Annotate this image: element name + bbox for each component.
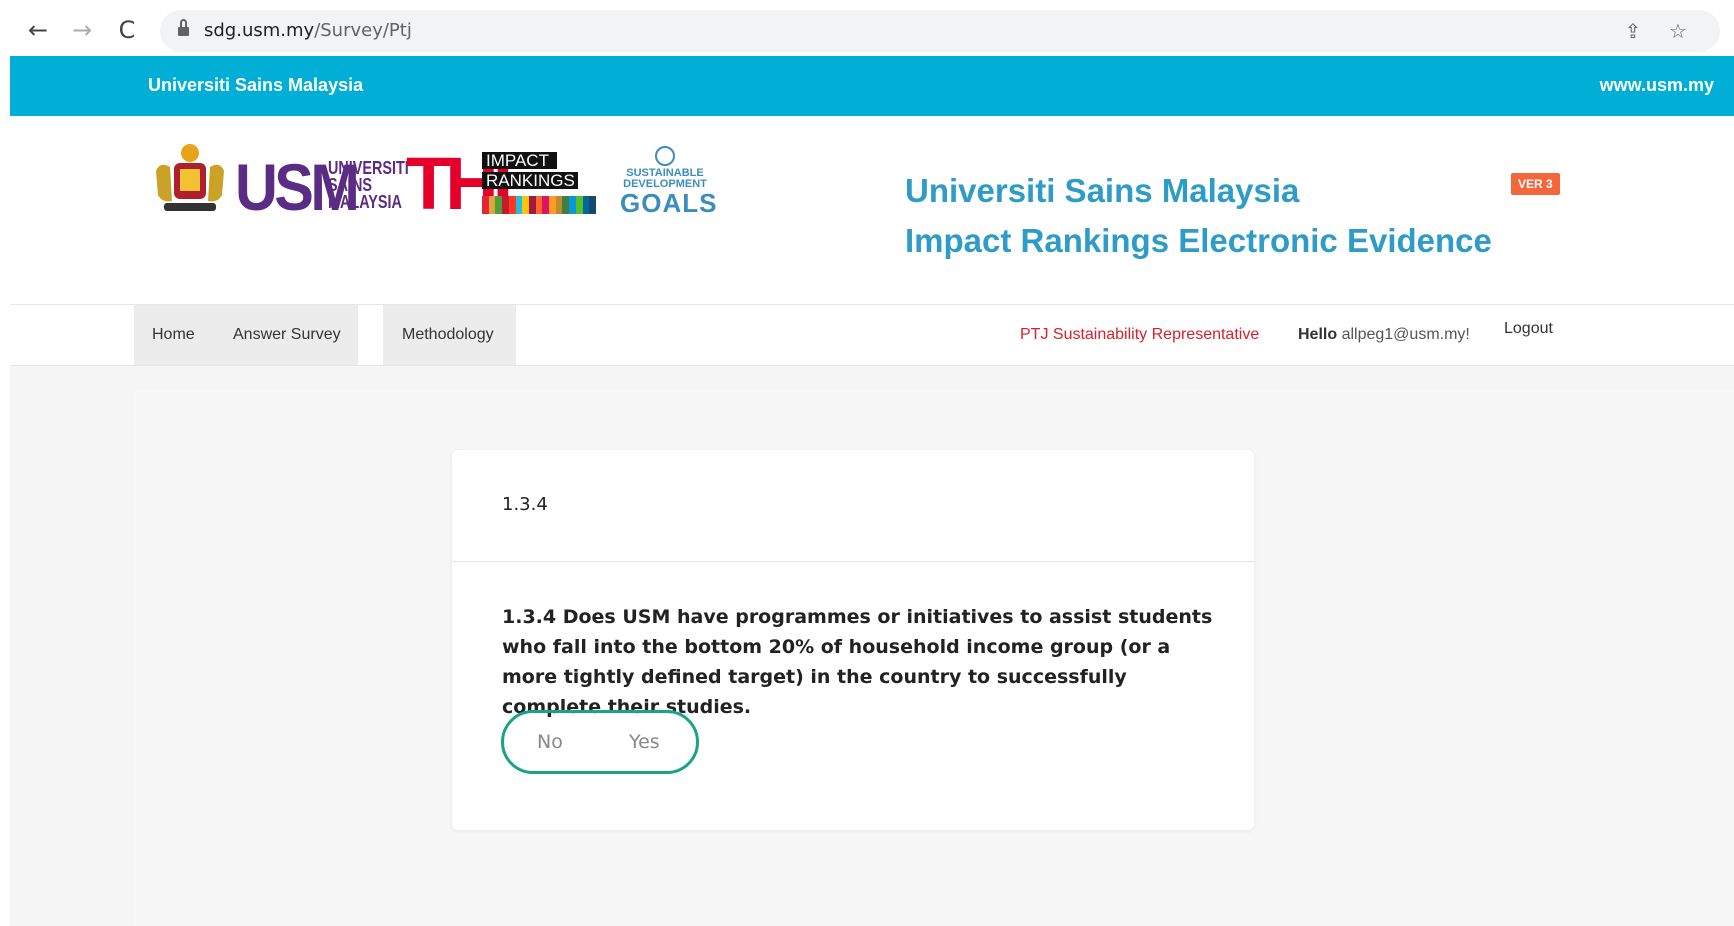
impact-text: IMPACT (482, 152, 557, 169)
usm-logo-subtitle: UNIVERSITI SAINS MALAYSIA (328, 159, 409, 212)
sdg-goals-logo: SUSTAINABLE DEVELOPMENT GOALS (620, 146, 718, 218)
usm-crest-icon (156, 144, 224, 211)
url-text[interactable]: sdg.usm.my/Survey/Ptj (204, 20, 412, 41)
url-path: /Survey/Ptj (314, 20, 412, 41)
hello-label: Hello (1298, 326, 1338, 343)
question-number: 1.3.4 (502, 494, 548, 515)
rankings-text: RANKINGS (482, 172, 578, 189)
impact-rankings-logo: IMPACT RANKINGS (482, 152, 596, 214)
usm-sub-line: MALAYSIA (328, 192, 402, 212)
site-title-line2: Impact Rankings Electronic Evidence (905, 222, 1492, 259)
site-header: USM UNIVERSITI SAINS MALAYSIA THE IMPACT… (10, 116, 1734, 304)
user-email: allpeg1@usm.my! (1341, 326, 1470, 343)
website-link[interactable]: www.usm.my (1600, 75, 1714, 96)
forward-icon[interactable]: → (66, 14, 98, 46)
site-title-line1: Universiti Sains Malaysia (905, 172, 1300, 209)
bookmark-star-icon[interactable]: ☆ (1665, 18, 1691, 44)
option-yes[interactable]: Yes (629, 731, 660, 753)
un-emblem-icon (655, 146, 675, 166)
user-greeting: Hello allpeg1@usm.my! (1298, 326, 1470, 344)
back-icon[interactable]: ← (22, 14, 54, 46)
user-role: PTJ Sustainability Representative (1020, 326, 1260, 343)
url-host: sdg.usm.my (204, 20, 315, 41)
goals-big-text: GOALS (620, 188, 718, 218)
site-title: Universiti Sains Malaysia Impact Ranking… (905, 166, 1492, 266)
survey-question-card: 1.3.4 1.3.4 Does USM have programmes or … (452, 450, 1254, 830)
nav-methodology[interactable]: Methodology (402, 326, 494, 344)
logout-link[interactable]: Logout (1504, 320, 1553, 338)
card-header: 1.3.4 (452, 450, 1254, 562)
university-name-link[interactable]: Universiti Sains Malaysia (148, 75, 363, 96)
share-icon[interactable]: ⇪ (1620, 18, 1646, 44)
yes-no-toggle[interactable]: No Yes (501, 710, 699, 774)
address-bar[interactable]: sdg.usm.my/Survey/Ptj ⇪ ☆ (160, 10, 1720, 52)
sdg-color-bar (482, 196, 596, 214)
question-text: 1.3.4 Does USM have programmes or initia… (502, 606, 1213, 718)
lock-icon[interactable] (178, 19, 189, 37)
top-bar: Universiti Sains Malaysia www.usm.my (10, 56, 1734, 116)
version-badge: VER 3 (1511, 173, 1560, 195)
reload-icon[interactable]: C (111, 14, 143, 46)
browser-toolbar: ← → C sdg.usm.my/Survey/Ptj ⇪ ☆ (0, 0, 1734, 62)
option-no[interactable]: No (537, 731, 563, 753)
nav-home[interactable]: Home (152, 326, 195, 344)
nav-answer-survey[interactable]: Answer Survey (233, 326, 341, 344)
main-nav: Home Answer Survey Methodology PTJ Susta… (10, 304, 1734, 366)
